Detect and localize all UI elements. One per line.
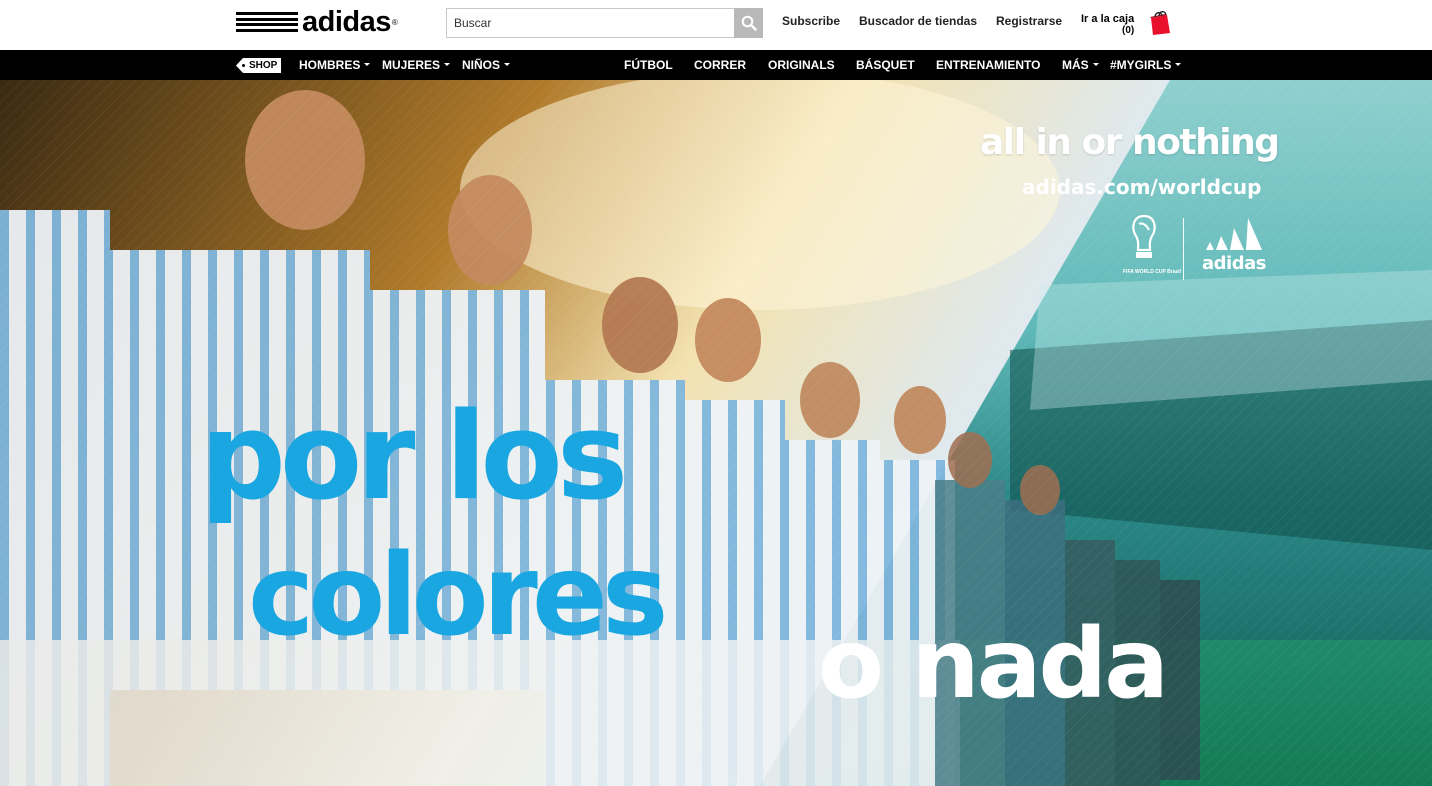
nav-entrenamiento[interactable]: ENTRENAMIENTO xyxy=(936,50,1040,80)
shopping-bag-icon[interactable] xyxy=(1147,9,1174,36)
main-nav: SHOP HOMBRES MUJERES NIÑOS FÚTBOL CORRER… xyxy=(0,50,1432,80)
world-cup-emblem-text: FIFA WORLD CUP Brasil xyxy=(1123,269,1182,275)
nav-label: HOMBRES xyxy=(299,58,361,72)
hero-adidas-logo: adidas xyxy=(1196,216,1272,274)
register-link[interactable]: Registrarse xyxy=(996,14,1062,28)
nav-basquet[interactable]: BÁSQUET xyxy=(856,50,915,80)
cart-count: (0) xyxy=(1121,25,1135,36)
shop-tag-label: SHOP xyxy=(249,60,278,71)
nav-label: CORRER xyxy=(694,58,747,72)
nav-hombres[interactable]: HOMBRES xyxy=(299,50,371,80)
nav-mujeres[interactable]: MUJERES xyxy=(382,50,451,80)
nav-label: ENTRENAMIENTO xyxy=(936,58,1041,72)
search-box xyxy=(446,8,763,38)
headline-line-1: por los xyxy=(200,388,628,527)
three-stripes-icon xyxy=(236,12,298,32)
nav-ninos[interactable]: NIÑOS xyxy=(462,50,511,80)
world-cup-trophy-icon xyxy=(1132,214,1156,258)
nav-label: MUJERES xyxy=(382,58,441,72)
logo-divider xyxy=(1183,218,1184,280)
nav-label: BÁSQUET xyxy=(856,58,915,72)
search-input[interactable] xyxy=(446,8,734,38)
headline-line-2: colores xyxy=(248,531,669,661)
checkout-label: Ir a la caja xyxy=(1081,13,1135,25)
subscribe-link[interactable]: Subscribe xyxy=(782,14,840,28)
logo-wordmark: adidas xyxy=(302,6,391,38)
nav-originals[interactable]: ORIGINALS xyxy=(768,50,835,80)
hero-url: adidas.com/worldcup xyxy=(1022,175,1262,199)
chevron-down-icon xyxy=(1175,63,1182,67)
nav-label: MÁS xyxy=(1062,58,1089,72)
nav-label: NIÑOS xyxy=(462,58,501,72)
nav-mas[interactable]: MÁS xyxy=(1062,50,1099,80)
store-finder-link[interactable]: Buscador de tiendas xyxy=(859,14,977,28)
nav-label: FÚTBOL xyxy=(624,58,673,72)
adidas-performance-icon xyxy=(1206,218,1262,250)
nav-mygirls[interactable]: #MYGIRLS xyxy=(1110,50,1182,80)
chevron-down-icon xyxy=(1092,63,1099,67)
checkout-link[interactable]: Ir a la caja (0) xyxy=(1081,13,1134,37)
chevron-down-icon xyxy=(444,63,451,67)
hero-adidas-wordmark: adidas xyxy=(1202,253,1266,274)
top-header: adidas ® Subscribe Buscador de tiendas R… xyxy=(0,0,1432,50)
nav-label: ORIGINALS xyxy=(768,58,835,72)
nav-correr[interactable]: CORRER xyxy=(694,50,746,80)
chevron-down-icon xyxy=(504,63,511,67)
nav-label: #MYGIRLS xyxy=(1110,58,1172,72)
registered-mark: ® xyxy=(391,17,398,27)
chevron-down-icon xyxy=(364,63,371,67)
nav-futbol[interactable]: FÚTBOL xyxy=(624,50,673,80)
search-icon xyxy=(741,15,757,31)
world-cup-emblem: FIFA WORLD CUP Brasil xyxy=(1123,214,1182,284)
adidas-logo[interactable]: adidas ® xyxy=(236,6,398,38)
shop-tag[interactable]: SHOP xyxy=(236,58,282,73)
search-button[interactable] xyxy=(734,8,763,38)
hero-banner[interactable]: all in or nothing adidas.com/worldcup FI… xyxy=(0,80,1432,786)
hero-tagline: all in or nothing xyxy=(980,122,1280,163)
headline-line-3: o nada xyxy=(818,608,1169,720)
